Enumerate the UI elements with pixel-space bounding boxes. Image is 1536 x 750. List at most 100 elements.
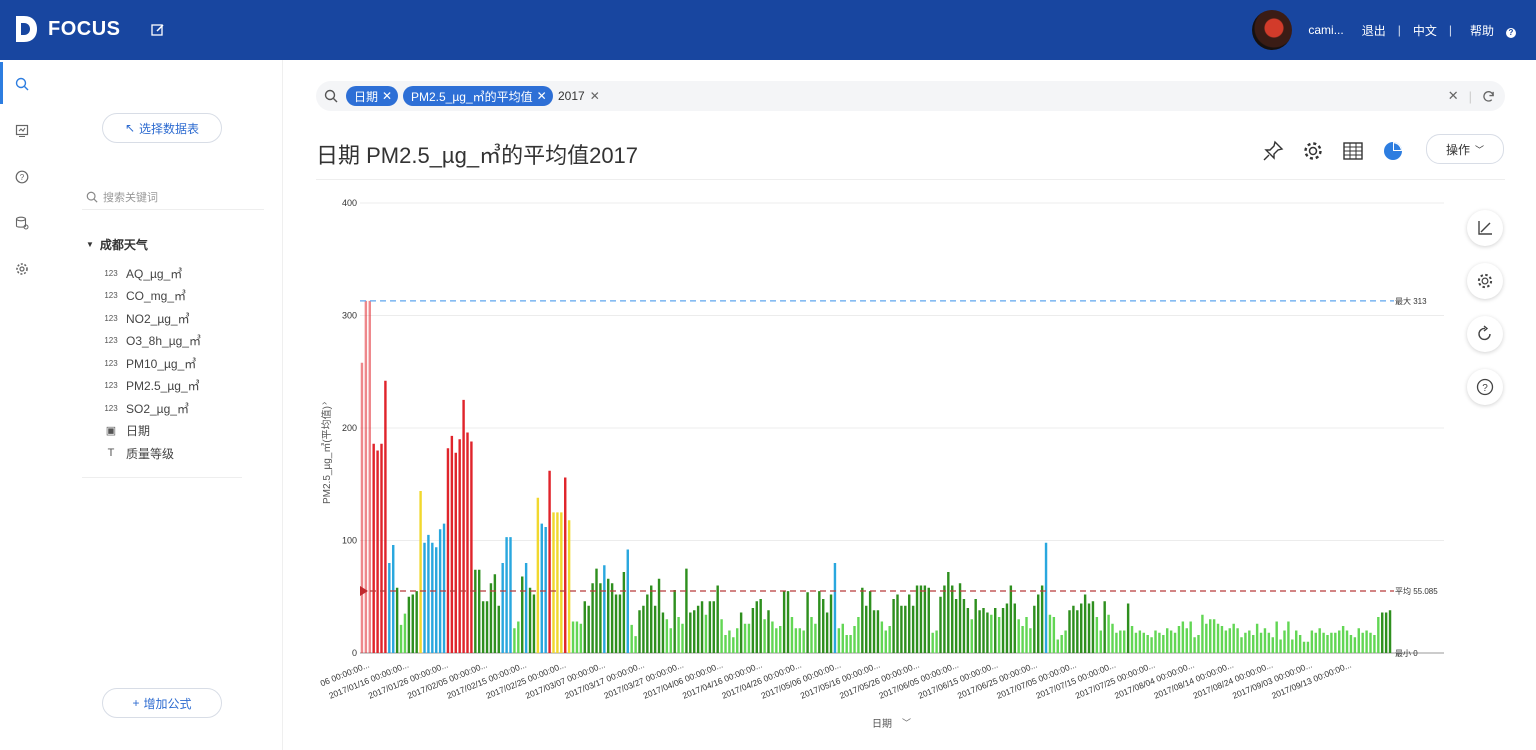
bar [739, 612, 743, 653]
bar [1287, 621, 1290, 653]
field-item[interactable]: 123 PM2.5_µg_㎥ [102, 375, 201, 398]
bar [716, 585, 719, 653]
bar [786, 591, 790, 654]
bar [489, 583, 493, 653]
bar [790, 617, 794, 653]
bar [896, 594, 899, 653]
bar [1263, 628, 1267, 653]
field-item[interactable]: 123 O3_8h_µg_㎥ [102, 330, 201, 353]
table-tree-root[interactable]: ▼ 成都天气 [86, 236, 148, 253]
min-label: 最小 0 [1395, 649, 1418, 658]
bar [853, 626, 856, 653]
rail-search[interactable] [0, 60, 44, 108]
query-chip-date[interactable]: 日期 ✕ [346, 86, 399, 106]
field-item[interactable]: ▣ 日期 [102, 420, 201, 443]
rail-settings[interactable] [0, 246, 44, 292]
bar [1201, 614, 1204, 653]
clear-icon[interactable]: ✕ [1448, 88, 1459, 104]
rail-help[interactable]: ? [0, 154, 44, 200]
bar [384, 380, 387, 653]
bar [446, 448, 450, 653]
bar [900, 605, 903, 653]
help-link[interactable]: 帮助? [1464, 22, 1522, 39]
help-icon: ? [1506, 27, 1516, 38]
focus-logo-icon [16, 16, 37, 42]
pin-button[interactable] [1260, 138, 1286, 164]
bar [1267, 632, 1271, 653]
bar [1189, 621, 1192, 653]
add-formula-button[interactable]: + 增加公式 [102, 688, 222, 718]
field-item[interactable]: 123 SO2_µg_㎥ [102, 397, 201, 420]
bar [509, 537, 512, 654]
rail-data[interactable] [0, 200, 44, 246]
bar [466, 432, 469, 653]
axis-toggle-button[interactable] [1467, 210, 1503, 246]
bar [462, 399, 465, 654]
close-icon[interactable]: ✕ [382, 89, 392, 103]
gear-icon [1477, 273, 1493, 289]
bar [1283, 630, 1286, 653]
settings-button[interactable] [1300, 138, 1326, 164]
refresh-icon[interactable] [1482, 90, 1495, 103]
field-item[interactable]: 123 CO_mg_㎥ [102, 285, 201, 308]
bar [1271, 637, 1274, 653]
bar [947, 572, 950, 653]
chart-settings-button[interactable] [1467, 263, 1503, 299]
chart-help-button[interactable]: ? [1467, 369, 1503, 405]
query-chip-pm25[interactable]: PM2.5_µg_㎥的平均值 ✕ [403, 86, 553, 106]
bar [485, 601, 489, 653]
bar [677, 617, 680, 653]
keyword-search-input[interactable]: 搜索关键词 [82, 185, 264, 210]
field-item[interactable]: 123 NO2_µg_㎥ [102, 307, 201, 330]
app-logo[interactable]: FOCUS [14, 14, 121, 44]
bar [1072, 605, 1075, 653]
bar [751, 608, 755, 653]
bar [857, 617, 860, 653]
close-icon[interactable]: ✕ [537, 89, 547, 103]
query-token-year[interactable]: 2017 ✕ [558, 86, 600, 106]
rotate-button[interactable] [1467, 316, 1503, 352]
field-label: SO2_µg_㎥ [126, 401, 189, 416]
bar [1154, 630, 1157, 653]
user-name[interactable]: cami... [1308, 23, 1343, 37]
bar [524, 563, 528, 653]
field-item[interactable]: T 质量等级 [102, 442, 201, 465]
x-axis-label: 日期 [872, 718, 892, 730]
operation-dropdown[interactable]: 操作 ﹀ [1426, 134, 1504, 164]
bar [829, 594, 833, 653]
bar [1224, 630, 1228, 653]
keyword-search-placeholder: 搜索关键词 [103, 192, 158, 204]
bar [822, 599, 825, 653]
bar [997, 617, 1001, 653]
bar [599, 583, 602, 653]
language-link[interactable]: 中文 [1413, 22, 1437, 39]
bar [1173, 632, 1177, 653]
query-bar[interactable]: 日期 ✕ PM2.5_µg_㎥的平均值 ✕ 2017 ✕ ✕ | [316, 81, 1505, 111]
bar [564, 477, 567, 653]
bar [1330, 632, 1333, 653]
select-table-button[interactable]: ↖ 选择数据表 [102, 113, 222, 143]
table-view-button[interactable] [1340, 138, 1366, 164]
edit-icon[interactable] [150, 22, 166, 38]
numeric-field-icon: 123 [104, 268, 118, 278]
field-item[interactable]: 123 AQ_µg_㎥ [102, 262, 201, 285]
close-icon[interactable]: ✕ [590, 89, 600, 103]
chart-view-button[interactable] [1380, 138, 1406, 164]
logout-link[interactable]: 退出 [1362, 22, 1386, 39]
bar [1001, 608, 1005, 653]
bar [1048, 614, 1052, 653]
y-tick-label: 0 [352, 648, 357, 658]
bar [1353, 637, 1357, 653]
bar [1388, 610, 1392, 653]
bar [1252, 635, 1255, 653]
chart-side-tools: ? [1467, 210, 1503, 422]
max-label: 最大 313 [1395, 296, 1427, 306]
divider [316, 179, 1505, 180]
rail-board[interactable] [0, 108, 44, 154]
bar [1212, 619, 1216, 653]
bar [1087, 603, 1091, 653]
bar [532, 594, 536, 653]
avatar[interactable] [1252, 10, 1293, 50]
field-item[interactable]: 123 PM10_µg_㎥ [102, 352, 201, 375]
y-axis-label: PM2.5_µg_㎥(平均值) [320, 406, 333, 504]
